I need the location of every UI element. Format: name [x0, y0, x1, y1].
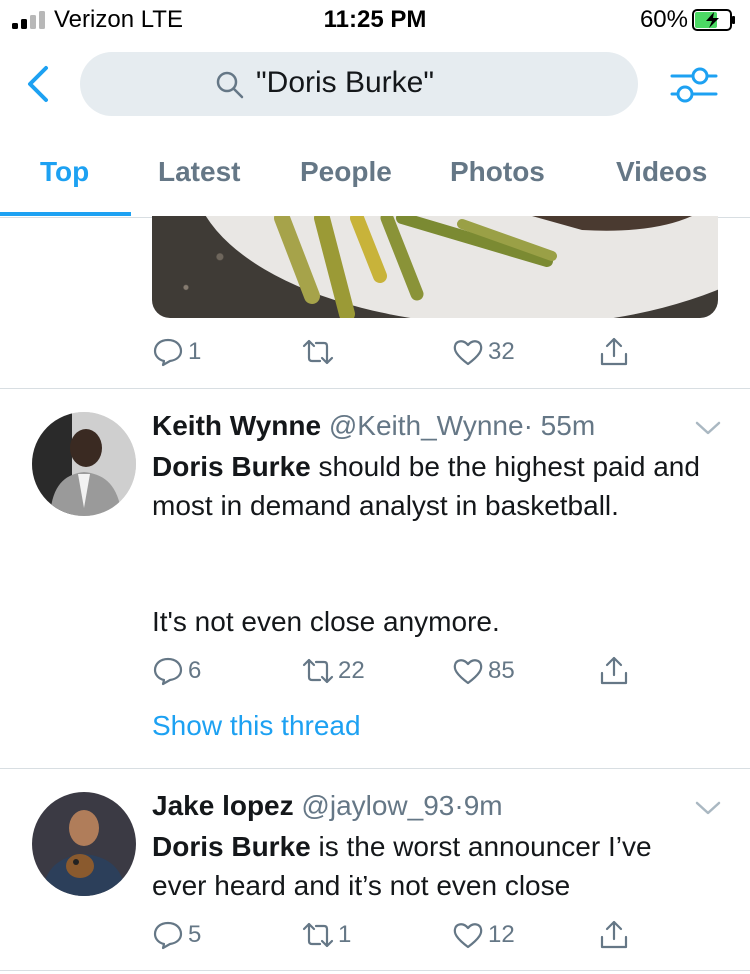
tweet-divider [0, 970, 750, 971]
reply-count: 1 [188, 338, 202, 365]
share-icon [600, 337, 628, 366]
separator-dot: · [454, 790, 464, 821]
avatar-photo [32, 792, 136, 896]
reply-count: 6 [188, 657, 202, 684]
filter-icon[interactable] [670, 62, 718, 106]
like-count: 12 [488, 921, 515, 948]
share-button[interactable] [598, 334, 630, 370]
display-name[interactable]: Keith Wynne [152, 410, 321, 441]
battery-percent: 60% [639, 6, 688, 33]
reply-icon [153, 921, 183, 950]
search-tabs: Top Latest People Photos Videos [0, 130, 750, 218]
tweet-text: Doris Burke should be the highest paid a… [152, 447, 712, 525]
like-icon [453, 340, 483, 366]
battery-charging-icon [692, 9, 735, 31]
retweet-count: 22 [338, 657, 365, 684]
retweet-icon [302, 658, 334, 684]
tab-latest[interactable]: Latest [158, 156, 240, 188]
back-arrow-icon[interactable] [22, 62, 56, 106]
tweet-header: Jake lopez @jaylow_93·9m [152, 790, 503, 822]
tweet-header: Keith Wynne @Keith_Wynne· 55m [152, 410, 595, 442]
status-bar: Verizon LTE 11:25 PM 60% [0, 0, 750, 40]
like-icon [453, 923, 483, 949]
reply-icon [153, 338, 183, 367]
retweet-icon [302, 339, 334, 365]
active-tab-indicator [0, 212, 131, 216]
display-name[interactable]: Jake lopez [152, 790, 294, 821]
user-handle[interactable]: @Keith_Wynne [329, 410, 524, 441]
search-input[interactable]: "Doris Burke" [80, 52, 638, 116]
retweet-button[interactable]: 22 [302, 653, 365, 689]
share-button[interactable] [598, 917, 630, 953]
share-button[interactable] [598, 653, 630, 689]
user-handle[interactable]: @jaylow_93 [301, 790, 454, 821]
search-icon [216, 71, 244, 99]
highlighted-term: Doris Burke [152, 831, 311, 862]
reply-button[interactable]: 5 [152, 917, 201, 953]
reply-button[interactable]: 1 [152, 334, 201, 370]
caret-down-icon[interactable] [694, 418, 722, 438]
avatar-photo [32, 412, 136, 516]
reply-icon [153, 657, 183, 686]
show-thread-link[interactable]: Show this thread [152, 710, 361, 742]
reply-count: 5 [188, 921, 202, 948]
share-icon [600, 656, 628, 685]
caret-down-icon[interactable] [694, 798, 722, 818]
tab-top[interactable]: Top [40, 156, 89, 188]
like-icon [453, 659, 483, 685]
tweet-text: Doris Burke is the worst announcer I’ve … [152, 827, 712, 905]
tweet-divider [0, 768, 750, 769]
tweet-actions: 5 1 12 [152, 917, 652, 953]
avatar[interactable] [32, 412, 136, 516]
like-button[interactable]: 32 [452, 334, 515, 370]
search-query-text: "Doris Burke" [256, 66, 435, 99]
separator-dot: · [523, 410, 533, 441]
avatar[interactable] [32, 792, 136, 896]
like-button[interactable]: 12 [452, 917, 515, 953]
tweet-text-second-paragraph: It's not even close anymore. [152, 606, 500, 637]
reply-button[interactable]: 6 [152, 653, 201, 689]
retweet-button[interactable] [302, 334, 338, 370]
tab-videos[interactable]: Videos [616, 156, 707, 188]
like-count: 32 [488, 338, 515, 365]
like-count: 85 [488, 657, 515, 684]
tweet-media-image[interactable] [152, 216, 718, 318]
tweet-actions: 6 22 85 [152, 653, 652, 689]
tab-people[interactable]: People [300, 156, 392, 188]
like-button[interactable]: 85 [452, 653, 515, 689]
retweet-button[interactable]: 1 [302, 917, 351, 953]
timestamp: 55m [540, 410, 596, 441]
timestamp: 9m [463, 790, 503, 821]
highlighted-term: Doris Burke [152, 451, 311, 482]
food-photo [274, 216, 692, 318]
tab-photos[interactable]: Photos [450, 156, 545, 188]
tweet-actions: 1 32 [152, 334, 652, 370]
status-time: 11:25 PM [323, 6, 427, 33]
tweet-divider [0, 388, 750, 389]
retweet-icon [302, 922, 334, 948]
share-icon [600, 920, 628, 949]
retweet-count: 1 [338, 921, 352, 948]
